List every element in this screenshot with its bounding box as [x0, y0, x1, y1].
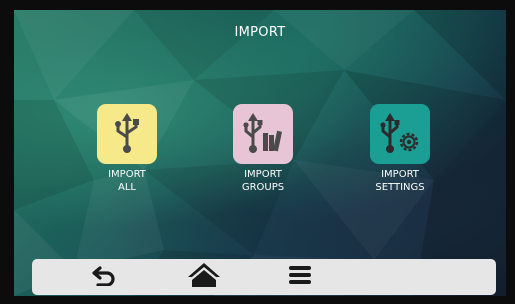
home-icon [187, 262, 221, 292]
usb-books-icon [241, 111, 285, 157]
home-button[interactable] [174, 259, 234, 295]
usb-icon [107, 111, 147, 157]
import-settings-button[interactable] [370, 104, 430, 164]
usb-gear-icon [378, 111, 422, 157]
screen: IMPORT IMPORT ALL IMPORT GROUPS IMPORT S… [14, 10, 506, 296]
import-settings-label: IMPORT SETTINGS [375, 169, 425, 193]
back-arrow-icon [92, 264, 116, 290]
menu-button[interactable] [270, 259, 330, 295]
import-all-label: IMPORT ALL [108, 169, 146, 193]
import-groups-button[interactable] [233, 104, 293, 164]
menu-icon [288, 265, 312, 289]
bottom-nav-bar [32, 259, 496, 295]
back-button[interactable] [74, 259, 134, 295]
import-all-button[interactable] [97, 104, 157, 164]
import-groups-label: IMPORT GROUPS [241, 169, 285, 193]
page-title: IMPORT [234, 25, 286, 40]
